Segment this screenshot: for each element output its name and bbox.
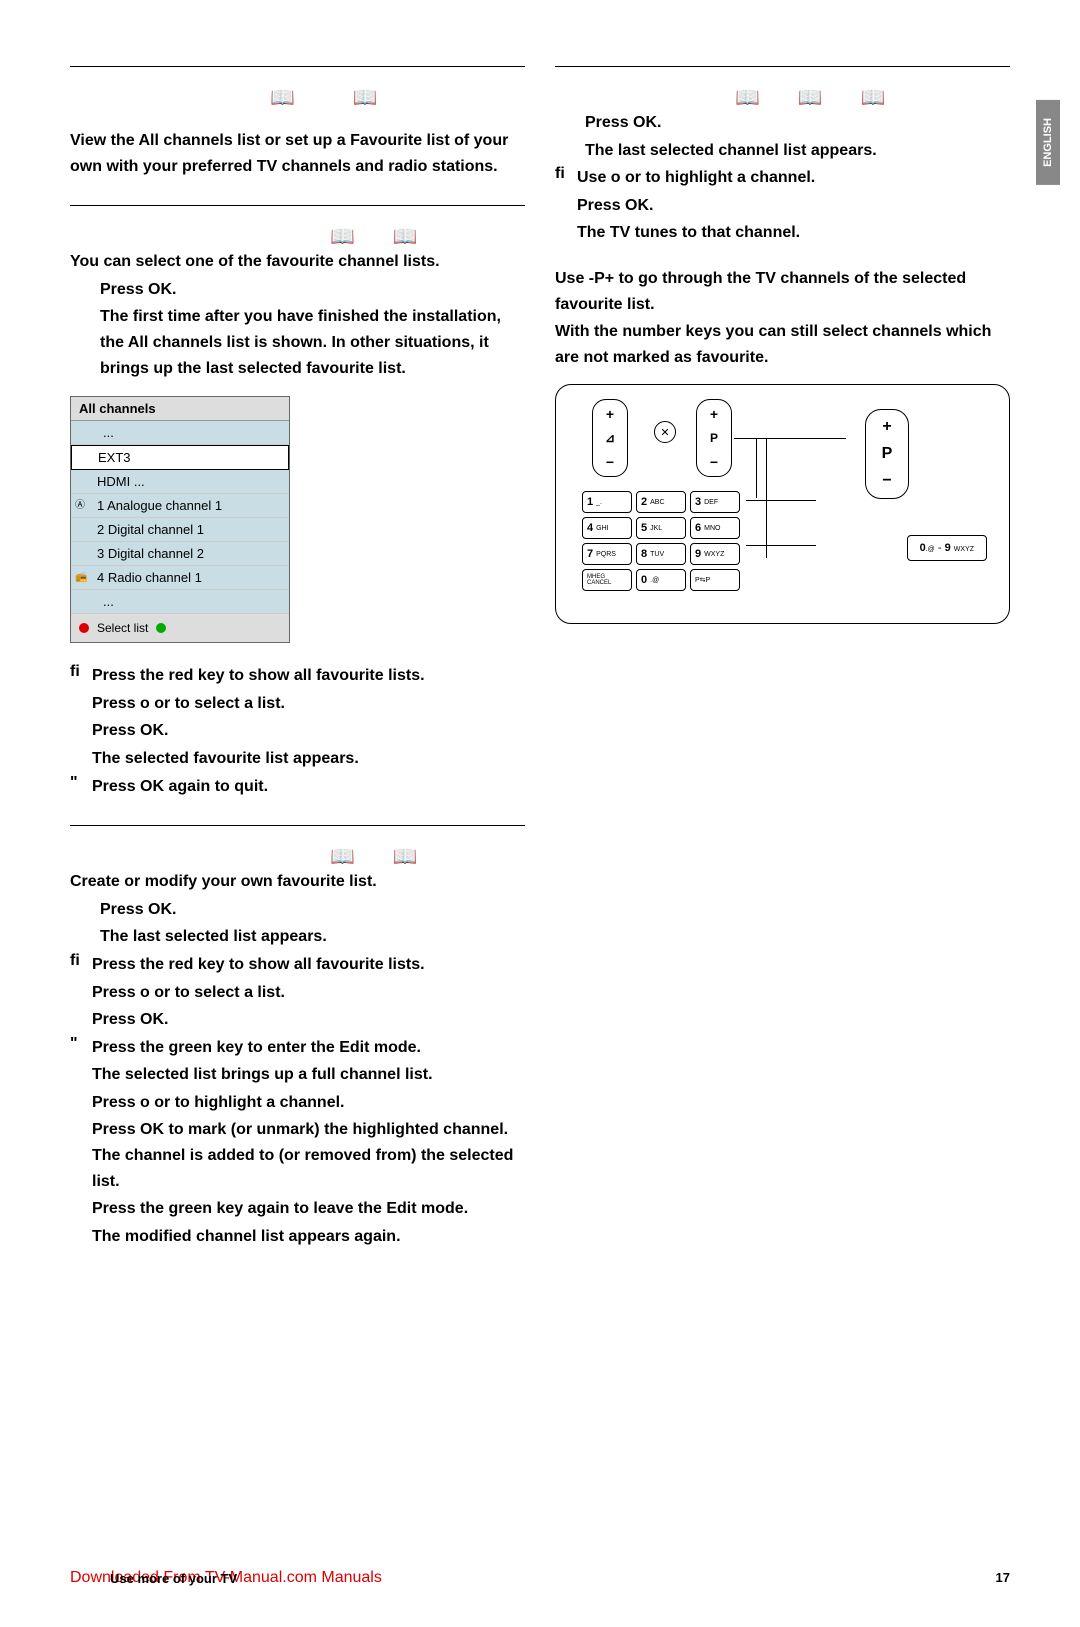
step-text: Press OK again to quit. — [92, 774, 525, 800]
s531-heading: You can select one of the favourite chan… — [70, 249, 525, 275]
green-dot-icon — [156, 623, 166, 633]
columns: 📖 📖 View the All channels list or set up… — [70, 60, 1010, 1251]
step-text: Press OK. — [92, 1007, 525, 1033]
key-6: 6MNO — [690, 517, 740, 539]
column-left: 📖 📖 View the All channels list or set up… — [70, 60, 525, 1251]
step-text: Press the green key to enter the Edit mo… — [92, 1035, 525, 1061]
step-text: Press OK. — [577, 193, 1010, 219]
step-text: Press o or to select a list. — [92, 691, 525, 717]
book-icon: 📖 — [330, 224, 353, 249]
step-text: Press OK. — [100, 277, 525, 303]
volume-rocker: + ⊿ − — [592, 399, 628, 477]
remote-diagram: + ⊿ − ✕ + P − 1_. 2ABC 3DEF — [555, 384, 1010, 624]
tip-text: Use -P+ to go through the TV channels of… — [555, 266, 1010, 317]
key-9: 9WXYZ — [690, 543, 740, 565]
key-prev: P⇆P — [690, 569, 740, 591]
key-3: 3DEF — [690, 491, 740, 513]
book-icon: 📖 — [353, 85, 376, 110]
s532-intro: Create or modify your own favourite list… — [70, 869, 525, 895]
step-text: The first time after you have finished t… — [100, 304, 525, 381]
mute-icon: ✕ — [654, 421, 676, 443]
step-text: The selected favourite list appears. — [92, 746, 525, 772]
step-text: Press o or to highlight a channel. — [92, 1090, 525, 1116]
step-text: The last selected channel list appears. — [585, 138, 1010, 164]
menu-footer: Select list — [71, 614, 289, 642]
menu-row: 3 Digital channel 2 — [71, 542, 289, 566]
step-text: Press OK. — [585, 110, 1010, 136]
page: ENGLISH 📖 📖 View the All channels list o… — [70, 60, 1010, 1587]
menu-row: ... — [71, 421, 289, 445]
key-4: 4GHI — [582, 517, 632, 539]
key-8: 8TUV — [636, 543, 686, 565]
book-icon: 📖 — [393, 224, 416, 249]
red-dot-icon — [79, 623, 89, 633]
key-0: 0.@ — [636, 569, 686, 591]
key-5: 5JKL — [636, 517, 686, 539]
page-number: 17 — [996, 1570, 1010, 1585]
page-footer: Downloaded From TV-Manual.com Manuals Us… — [70, 1569, 1010, 1587]
step-text: Press OK to mark (or unmark) the highlig… — [92, 1117, 525, 1194]
step-text: Press OK. — [92, 718, 525, 744]
step-text: Press OK. — [100, 897, 525, 923]
menu-title: All channels — [71, 397, 289, 421]
radio-badge-icon: 📻 — [75, 573, 87, 583]
analog-badge-icon: Ⓐ — [75, 501, 85, 511]
intro-paragraph: View the All channels list or set up a F… — [70, 128, 525, 179]
book-icon: 📖 — [393, 844, 416, 869]
number-keypad: 1_. 2ABC 3DEF 4GHI 5JKL 6MNO 7PQRS 8TUV … — [580, 489, 742, 593]
step-text: The last selected list appears. — [100, 924, 525, 950]
book-icon: 📖 — [330, 844, 353, 869]
menu-row-selected: EXT3 — [71, 445, 289, 470]
menu-row: HDMI ... — [71, 470, 289, 494]
zero-nine-key: 0.@ - 9 WXYZ — [907, 535, 987, 561]
program-rocker: + P − — [696, 399, 732, 477]
book-icon: 📖 — [798, 85, 821, 110]
step-text: The modified channel list appears again. — [92, 1224, 525, 1250]
step-text: The TV tunes to that channel. — [577, 220, 1010, 246]
key-mheg: MHEG CANCEL — [582, 569, 632, 591]
step-text: Press the green key again to leave the E… — [92, 1196, 525, 1222]
step-text: Press the red key to show all favourite … — [92, 952, 525, 978]
menu-row: ... — [71, 590, 289, 614]
step-text: Press o or to select a list. — [92, 980, 525, 1006]
menu-row: 📻4 Radio channel 1 — [71, 566, 289, 590]
key-7: 7PQRS — [582, 543, 632, 565]
menu-row: Ⓐ1 Analogue channel 1 — [71, 494, 289, 518]
key-1: 1_. — [582, 491, 632, 513]
big-program-rocker: + P − — [865, 409, 909, 499]
book-icon: 📖 — [270, 85, 293, 110]
step-text: Press the red key to show all favourite … — [92, 663, 525, 689]
channel-list-menu: All channels ... EXT3 HDMI ... Ⓐ1 Analog… — [70, 396, 290, 643]
book-icon: 📖 — [861, 85, 884, 110]
key-2: 2ABC — [636, 491, 686, 513]
tip-text: With the number keys you can still selec… — [555, 319, 1010, 370]
language-tab: ENGLISH — [1036, 100, 1060, 185]
footer-section-title: Use more of your TV — [110, 1571, 237, 1586]
menu-row: 2 Digital channel 1 — [71, 518, 289, 542]
step-text: Use o or to highlight a channel. — [577, 165, 1010, 191]
book-icon: 📖 — [735, 85, 758, 110]
heading-5-3: 📖 📖 — [70, 85, 525, 110]
step-text: The selected list brings up a full chann… — [92, 1062, 525, 1088]
column-right: 📖 📖 📖 Press OK. The last selected channe… — [555, 60, 1010, 1251]
